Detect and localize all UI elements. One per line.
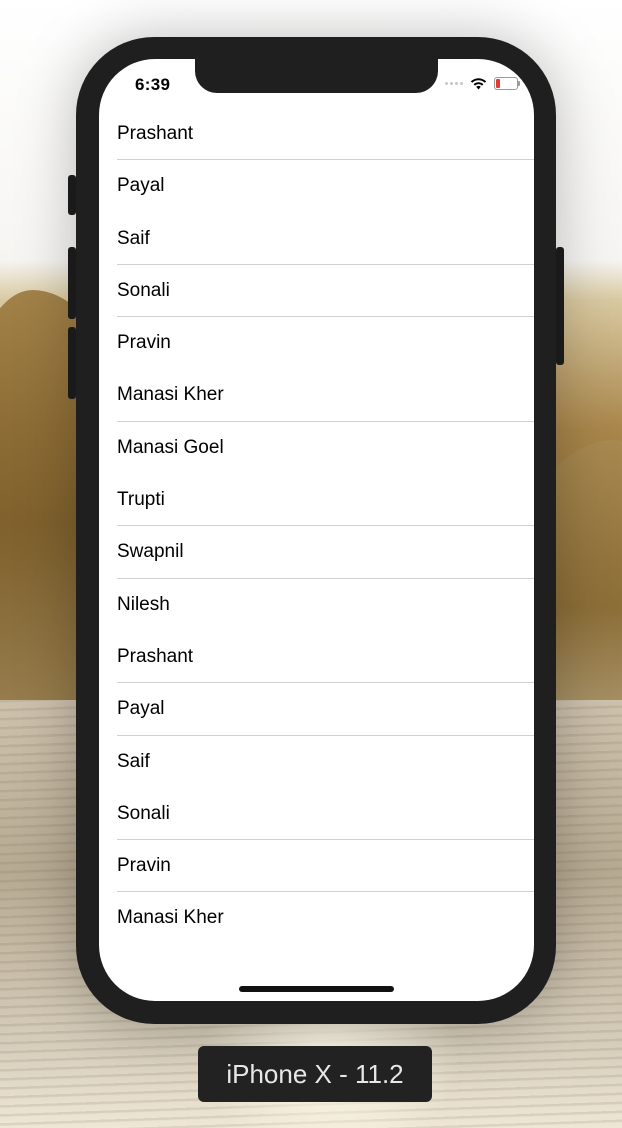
power-button[interactable] [556, 247, 564, 365]
volume-down-button[interactable] [68, 327, 76, 399]
list-item[interactable]: Manasi Goel [99, 422, 534, 474]
notch [195, 59, 438, 93]
battery-level [496, 79, 500, 88]
simulator-device-label: iPhone X - 11.2 [198, 1046, 432, 1102]
mute-switch[interactable] [68, 175, 76, 215]
home-indicator[interactable] [239, 986, 394, 992]
list-item[interactable]: Trupti [99, 474, 534, 527]
list-item[interactable]: Sonali [99, 788, 534, 841]
list-item[interactable]: Pravin [99, 840, 534, 893]
signal-dots-icon [445, 82, 463, 85]
list-item[interactable]: Nilesh [99, 579, 534, 631]
list-item[interactable]: Manasi Kher [99, 369, 534, 423]
device-screen: 6:39 Prashant Payal Saif Sonali Pravin Manasi… [99, 59, 534, 1001]
list-item[interactable]: Payal [99, 683, 534, 736]
status-icons [445, 77, 520, 90]
list-item[interactable]: Pravin [99, 317, 534, 369]
list-item[interactable]: Saif [99, 213, 534, 266]
names-table-view[interactable]: Prashant Payal Saif Sonali Pravin Manasi Kher… [99, 108, 534, 945]
iphone-simulator-device: 6:39 Prashant Payal Saif Sonali Pravin Manasi… [68, 37, 564, 1024]
list-item[interactable]: Swapnil [99, 526, 534, 579]
volume-up-button[interactable] [68, 247, 76, 319]
list-item[interactable]: Prashant [99, 108, 534, 161]
list-item[interactable]: Sonali [99, 265, 534, 318]
list-item[interactable]: Manasi Kher [99, 892, 534, 944]
battery-low-icon [494, 77, 520, 90]
list-item[interactable]: Saif [99, 736, 534, 788]
status-time: 6:39 [135, 75, 171, 94]
wifi-icon [470, 77, 487, 89]
list-item[interactable]: Prashant [99, 631, 534, 684]
list-item[interactable]: Payal [99, 160, 534, 212]
